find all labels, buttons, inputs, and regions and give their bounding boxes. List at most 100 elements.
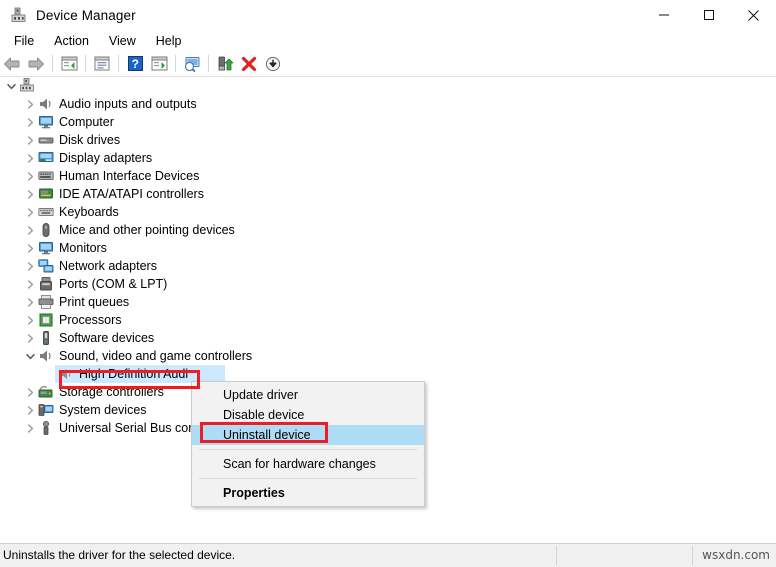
system-device-icon <box>38 402 54 418</box>
tree-item-label: Human Interface Devices <box>59 169 200 183</box>
toolbar-separator <box>208 55 209 72</box>
storage-controller-icon <box>38 384 54 400</box>
chevron-right-icon[interactable] <box>22 329 38 347</box>
disable-device-icon[interactable] <box>238 53 260 75</box>
menu-help[interactable]: Help <box>147 32 191 50</box>
chevron-right-icon[interactable] <box>22 383 38 401</box>
scan-for-hardware-changes-icon[interactable] <box>181 53 203 75</box>
monitor-icon <box>38 114 54 130</box>
speaker-icon <box>38 96 54 112</box>
minimize-icon[interactable] <box>641 0 686 30</box>
tree-item-display-adapters[interactable]: Display adapters <box>0 149 776 167</box>
tree-item-ports-com-and-lpt[interactable]: Ports (COM & LPT) <box>0 275 776 293</box>
tree-item-audio-inputs-and-outputs[interactable]: Audio inputs and outputs <box>0 95 776 113</box>
menu-bar: File Action View Help <box>0 30 776 51</box>
status-message: Uninstalls the driver for the selected d… <box>3 548 236 562</box>
chevron-right-icon[interactable] <box>22 203 38 221</box>
chevron-right-icon[interactable] <box>22 185 38 203</box>
svg-text:?: ? <box>131 57 138 71</box>
speaker-icon <box>58 366 74 382</box>
tree-item-label: Keyboards <box>59 205 119 219</box>
back-arrow-icon[interactable] <box>1 53 23 75</box>
usb-icon <box>38 420 54 436</box>
close-icon[interactable] <box>731 0 776 30</box>
watermark: wsxdn.com <box>702 548 770 562</box>
tree-item-processors[interactable]: Processors <box>0 311 776 329</box>
chevron-right-icon[interactable] <box>22 149 38 167</box>
context-menu[interactable]: Update driver Disable device Uninstall d… <box>191 381 425 507</box>
show-hidden-devices-icon[interactable] <box>58 53 80 75</box>
tree-item-label: IDE ATA/ATAPI controllers <box>59 187 204 201</box>
menu-action[interactable]: Action <box>45 32 98 50</box>
tree-item-label: Disk drives <box>59 133 121 147</box>
tree-item-human-interface-devices[interactable]: Human Interface Devices <box>0 167 776 185</box>
menu-file[interactable]: File <box>5 32 43 50</box>
ide-controller-icon <box>38 186 54 202</box>
context-menu-separator <box>199 449 417 450</box>
menu-view[interactable]: View <box>100 32 145 50</box>
window-controls <box>641 0 776 30</box>
tree-item-software-devices[interactable]: Software devices <box>0 329 776 347</box>
software-device-icon <box>38 330 54 346</box>
chevron-right-icon[interactable] <box>22 293 38 311</box>
chevron-right-icon[interactable] <box>22 131 38 149</box>
toolbar-separator <box>52 55 53 72</box>
chevron-right-icon[interactable] <box>22 167 38 185</box>
chevron-right-icon[interactable] <box>22 239 38 257</box>
chevron-right-icon[interactable] <box>22 275 38 293</box>
computer-root-icon <box>19 78 35 94</box>
tree-item-label: Audio inputs and outputs <box>59 97 197 111</box>
tree-item-ide-ata-atapi-controllers[interactable]: IDE ATA/ATAPI controllers <box>0 185 776 203</box>
view-devices-icon[interactable] <box>148 53 170 75</box>
context-menu-separator <box>199 478 417 479</box>
display-adapter-icon <box>38 150 54 166</box>
context-menu-item-disable-device[interactable]: Disable device <box>192 405 424 425</box>
tree-item-disk-drives[interactable]: Disk drives <box>0 131 776 149</box>
tree-item-network-adapters[interactable]: Network adapters <box>0 257 776 275</box>
speaker-icon <box>38 348 54 364</box>
tree-item-keyboards[interactable]: Keyboards <box>0 203 776 221</box>
tree-item-label: Software devices <box>59 331 155 345</box>
tree-item-label: Sound, video and game controllers <box>59 349 253 363</box>
chevron-right-icon[interactable] <box>22 113 38 131</box>
context-menu-item-uninstall-device[interactable]: Uninstall device <box>192 425 424 445</box>
chevron-right-icon[interactable] <box>22 419 38 437</box>
tree-item-print-queues[interactable]: Print queues <box>0 293 776 311</box>
tree-item-label: Processors <box>59 313 122 327</box>
tree-item-sound-video-and-game-controllers[interactable]: Sound, video and game controllers <box>0 347 776 365</box>
network-adapter-icon <box>38 258 54 274</box>
tree-item-label: High Definition Audi <box>79 367 189 381</box>
tree-item-monitors[interactable]: Monitors <box>0 239 776 257</box>
monitor-icon <box>38 240 54 256</box>
chevron-right-icon[interactable] <box>22 401 38 419</box>
context-menu-item-properties[interactable]: Properties <box>192 483 424 503</box>
disk-drive-icon <box>38 132 54 148</box>
properties-icon[interactable] <box>91 53 113 75</box>
processor-icon <box>38 312 54 328</box>
device-manager-icon <box>11 7 27 23</box>
forward-arrow-icon[interactable] <box>25 53 47 75</box>
update-driver-icon[interactable] <box>214 53 236 75</box>
uninstall-device-icon[interactable] <box>262 53 284 75</box>
context-menu-item-scan-for-hardware-changes[interactable]: Scan for hardware changes <box>192 454 424 474</box>
tree-item-label: Network adapters <box>59 259 157 273</box>
tree-item-mice-and-other-pointing-devices[interactable]: Mice and other pointing devices <box>0 221 776 239</box>
help-icon[interactable]: ? <box>124 53 146 75</box>
status-divider <box>556 546 557 565</box>
printer-icon <box>38 294 54 310</box>
context-menu-item-update-driver[interactable]: Update driver <box>192 385 424 405</box>
chevron-down-icon[interactable] <box>22 347 38 365</box>
maximize-icon[interactable] <box>686 0 731 30</box>
chevron-right-icon[interactable] <box>22 257 38 275</box>
chevron-right-icon[interactable] <box>22 95 38 113</box>
window-title: Device Manager <box>36 7 136 23</box>
tree-root-node[interactable] <box>0 77 776 95</box>
title-bar: Device Manager <box>0 0 776 30</box>
chevron-right-icon[interactable] <box>22 221 38 239</box>
chevron-right-icon[interactable] <box>22 311 38 329</box>
tree-item-computer[interactable]: Computer <box>0 113 776 131</box>
tree-item-label: System devices <box>59 403 147 417</box>
toolbar-separator <box>118 55 119 72</box>
chevron-down-icon[interactable] <box>3 77 19 95</box>
toolbar: ? <box>0 51 776 76</box>
